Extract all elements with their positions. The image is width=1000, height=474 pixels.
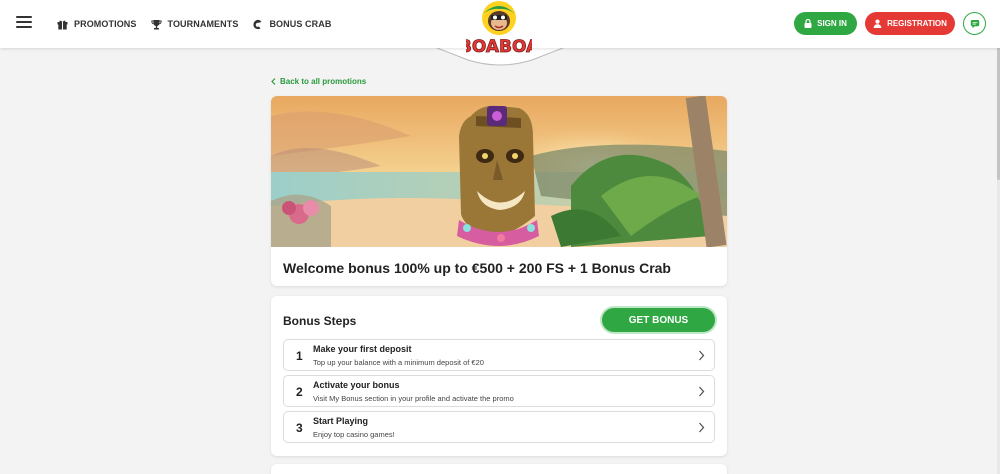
menu-icon[interactable]: [16, 16, 32, 28]
chat-icon: [970, 19, 979, 28]
registration-button[interactable]: REGISTRATION: [865, 12, 955, 35]
main-nav: PROMOTIONS TOURNAMENTS BONUS CRAB: [57, 0, 331, 48]
chevron-right-icon: [699, 386, 705, 397]
promo-banner-image: [271, 96, 727, 247]
step-number: 2: [296, 385, 303, 399]
promo-card: Welcome bonus 100% up to €500 + 200 FS +…: [271, 96, 727, 286]
chevron-right-icon: [699, 422, 705, 433]
boaboa-logo-graphic: BOABOA: [458, 1, 540, 57]
step-number: 3: [296, 421, 303, 435]
nav-item-tournaments[interactable]: TOURNAMENTS: [150, 19, 239, 30]
nav-item-bonus-crab[interactable]: BONUS CRAB: [252, 19, 331, 30]
bonus-steps-title: Bonus Steps: [283, 314, 357, 328]
user-add-icon: [873, 19, 882, 28]
crab-claw-icon: [253, 19, 262, 29]
chat-button[interactable]: [963, 12, 986, 35]
registration-label: REGISTRATION: [887, 19, 947, 28]
promo-title: Welcome bonus 100% up to €500 + 200 FS +…: [283, 260, 671, 276]
nav-label: TOURNAMENTS: [167, 19, 239, 29]
boaboa-logo[interactable]: BOABOA: [458, 0, 540, 58]
step-description: Visit My Bonus section in your profile a…: [313, 394, 514, 403]
lock-icon: [804, 19, 812, 28]
sign-in-label: SIGN IN: [817, 19, 847, 28]
get-bonus-button[interactable]: GET BONUS: [602, 308, 715, 332]
step-description: Top up your balance with a minimum depos…: [313, 358, 484, 367]
step-title: Activate your bonus: [313, 380, 400, 390]
logo-text: BOABOA: [466, 37, 532, 57]
nav-item-promotions[interactable]: PROMOTIONS: [57, 19, 137, 30]
next-section-card: [271, 464, 727, 474]
back-link-label: Back to all promotions: [280, 77, 367, 86]
step-title: Start Playing: [313, 416, 369, 426]
gift-icon: [57, 20, 68, 29]
back-to-promotions-link[interactable]: Back to all promotions: [271, 77, 366, 86]
step-number: 1: [296, 349, 303, 363]
sign-in-button[interactable]: SIGN IN: [794, 12, 857, 35]
bonus-step[interactable]: 1 Make your first deposit Top up your ba…: [283, 339, 715, 371]
bonus-step[interactable]: 2 Activate your bonus Visit My Bonus sec…: [283, 375, 715, 407]
bonus-steps-card: Bonus Steps GET BONUS 1 Make your first …: [271, 296, 727, 456]
chevron-left-icon: [271, 78, 276, 85]
step-description: Enjoy top casino games!: [313, 430, 395, 439]
step-title: Make your first deposit: [313, 344, 412, 354]
nav-label: PROMOTIONS: [74, 19, 137, 29]
chevron-right-icon: [699, 350, 705, 361]
nav-label: BONUS CRAB: [269, 19, 332, 29]
bonus-step[interactable]: 3 Start Playing Enjoy top casino games!: [283, 411, 715, 443]
trophy-icon: [150, 19, 162, 29]
